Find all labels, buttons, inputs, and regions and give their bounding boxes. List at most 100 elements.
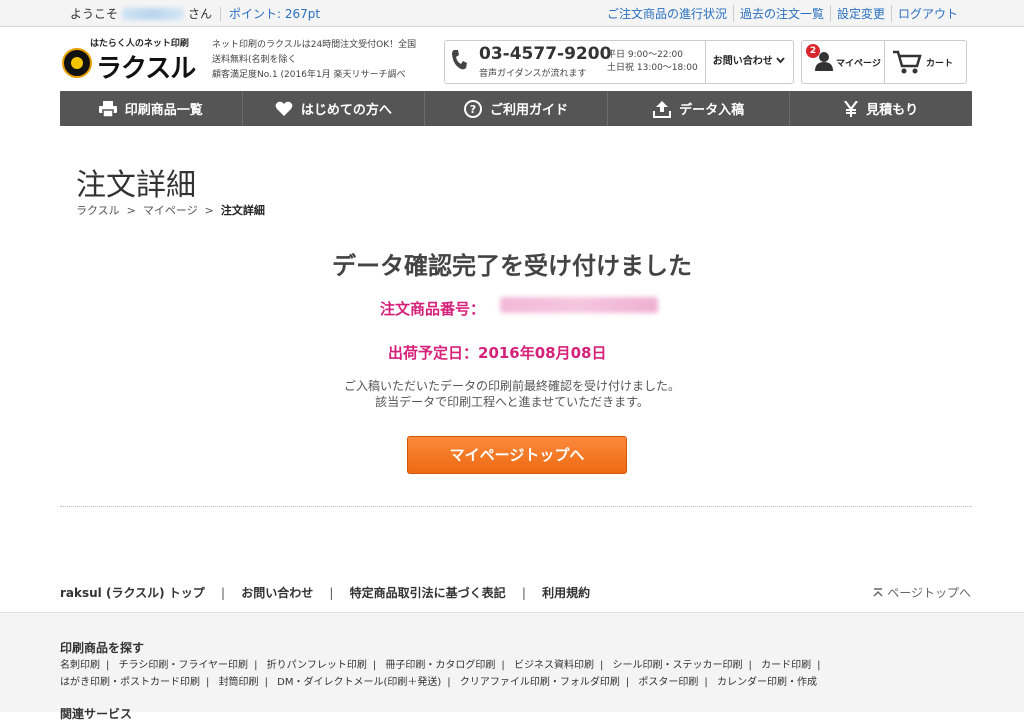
nav-beginners[interactable]: はじめての方へ [243, 91, 426, 126]
nav-upload[interactable]: データ入稿 [608, 91, 791, 126]
top-bar: ようこそ さん ポイント: 267pt ご注文商品の進行状況 過去の注文一覧 設… [0, 0, 1024, 27]
hours-weekday: 平日 9:00〜22:00 [607, 50, 684, 60]
upload-icon [653, 100, 672, 118]
divider: | [625, 677, 630, 688]
heart-icon [275, 101, 293, 117]
site-header: はたらく人のネット印刷 ラクスル ネット印刷のラクスルは24時間注文受付OK！全… [60, 36, 972, 86]
welcome-suffix: さん [188, 7, 213, 21]
product-link[interactable]: ビジネス資料印刷 [514, 660, 594, 671]
product-link[interactable]: ポスター印刷 [638, 677, 698, 688]
desc-line: 顧客満足度No.1 (2016年1月 楽天リサーチ調べ [212, 70, 406, 80]
nav-label: 見積もり [866, 103, 919, 118]
order-progress-link[interactable]: ご注文商品の進行状況 [601, 5, 733, 22]
product-link[interactable]: 名刺印刷 [60, 660, 100, 671]
contact-label: お問い合わせ [712, 56, 773, 67]
mypage-top-button[interactable]: マイページトップへ [407, 436, 627, 474]
svg-text:?: ? [470, 103, 476, 116]
main-nav: 印刷商品一覧 はじめての方へ ? ご利用ガイド データ入稿 見積もり [60, 91, 972, 126]
confirmation-message: ご入稿いただいたデータの印刷前最終確認を受け付けました。 該当データで印刷工程へ… [0, 378, 1024, 410]
settings-link[interactable]: 設定変更 [829, 5, 891, 22]
cart-button[interactable]: カート [884, 41, 966, 83]
product-link[interactable]: カレンダー印刷・作成 [717, 677, 817, 688]
breadcrumb: ラクスル > マイページ > 注文詳細 [76, 202, 265, 218]
person-icon [814, 51, 834, 75]
footer-home-link[interactable]: raksul (ラクスル) トップ [60, 586, 205, 600]
confirmation-headline: データ確認完了を受け付けました [332, 252, 692, 280]
divider: | [329, 586, 334, 600]
user-actions: 2 マイページ カート [801, 40, 967, 84]
nav-label: 印刷商品一覧 [124, 103, 203, 118]
page-top-link[interactable]: ページトップへ [873, 584, 971, 601]
nav-products[interactable]: 印刷商品一覧 [60, 91, 243, 126]
phone-icon [451, 49, 467, 76]
footer-legal-link[interactable]: 特定商品取引法に基づく表記 [350, 586, 506, 600]
welcome-area: ようこそ さん ポイント: 267pt [70, 5, 320, 22]
logout-link[interactable]: ログアウト [890, 5, 964, 22]
nav-label: はじめての方へ [300, 103, 392, 118]
order-number-redacted [500, 297, 658, 313]
footer-heading: 印刷商品を探す [60, 641, 145, 655]
product-links-row: はがき印刷・ポストカード印刷 | 封筒印刷 | DM・ダイレクトメール(印刷＋発送)… [60, 674, 940, 691]
question-icon: ? [463, 99, 482, 118]
breadcrumb-current: 注文詳細 [220, 204, 265, 217]
product-link[interactable]: 冊子印刷・カタログ印刷 [385, 660, 495, 671]
divider: | [599, 660, 604, 671]
product-link[interactable]: 封筒印刷 [219, 677, 259, 688]
mypage-button[interactable]: 2 マイページ [802, 41, 885, 83]
divider: | [748, 660, 752, 671]
divider: | [206, 677, 210, 688]
order-number-label: 注文商品番号： [380, 300, 486, 318]
ship-date: 出荷予定日：2016年08月08日 [388, 344, 607, 362]
phone-box: 03-4577-9200 音声ガイダンスが流れます 平日 9:00〜22:00 … [444, 40, 794, 84]
logo-text: ラクスル [96, 53, 196, 83]
nav-guide[interactable]: ? ご利用ガイド [425, 91, 608, 126]
divider: | [254, 660, 258, 671]
account-links: ご注文商品の進行状況 過去の注文一覧 設定変更 ログアウト [601, 5, 964, 22]
phone-number: 03-4577-9200 [479, 44, 612, 64]
page-title: 注文詳細 [76, 168, 196, 203]
breadcrumb-separator: > [123, 204, 140, 217]
cart-label: カート [926, 59, 954, 69]
product-link[interactable]: クリアファイル印刷・フォルダ印刷 [460, 677, 620, 688]
product-link[interactable]: シール印刷・ステッカー印刷 [613, 660, 743, 671]
product-link[interactable]: カード印刷 [761, 660, 811, 671]
chevron-down-icon [776, 56, 785, 67]
order-history-link[interactable]: 過去の注文一覧 [732, 5, 830, 22]
hours-weekend: 土日祝 13:00〜18:00 [607, 63, 698, 73]
divider: | [106, 660, 110, 671]
contact-dropdown[interactable]: お問い合わせ [705, 41, 792, 83]
phone-hours: 平日 9:00〜22:00 土日祝 13:00〜18:00 [607, 49, 698, 75]
site-logo[interactable]: はたらく人のネット印刷 ラクスル [60, 36, 200, 86]
breadcrumb-mypage[interactable]: マイページ [143, 204, 198, 217]
desc-line: ネット印刷のラクスルは24時間注文受付OK！全国 [212, 40, 417, 50]
points-link[interactable]: ポイント: 267pt [229, 5, 320, 22]
divider: | [704, 677, 708, 688]
welcome-text: ようこそ [70, 7, 119, 21]
product-link[interactable]: 折りパンフレット印刷 [267, 660, 367, 671]
divider: | [220, 586, 225, 600]
nav-estimate[interactable]: 見積もり [790, 91, 972, 126]
logo-mark-icon [62, 48, 92, 78]
footer-contact-link[interactable]: お問い合わせ [241, 586, 313, 600]
printer-icon [98, 100, 117, 117]
footer-links: raksul (ラクスル) トップ | お問い合わせ | 特定商品取引法に基づく… [60, 584, 590, 601]
product-link[interactable]: はがき印刷・ポストカード印刷 [60, 677, 200, 688]
product-links: 名刺印刷 | チラシ印刷・フライヤー印刷 | 折りパンフレット印刷 | 冊子印刷・カタ… [60, 657, 940, 691]
header-description: ネット印刷のラクスルは24時間注文受付OK！全国 送料無料(名刺を除く 顧客満足… [212, 38, 432, 83]
product-link[interactable]: チラシ印刷・フライヤー印刷 [119, 660, 249, 671]
footer-heading-related: 関連サービス [60, 707, 133, 721]
breadcrumb-home[interactable]: ラクスル [76, 204, 120, 217]
nav-label: データ入稿 [679, 103, 745, 118]
cart-icon [892, 49, 922, 79]
divider: | [501, 660, 505, 671]
divider: | [817, 660, 821, 671]
footer-terms-link[interactable]: 利用規約 [542, 586, 590, 600]
message-line: ご入稿いただいたデータの印刷前最終確認を受け付けました。 [343, 379, 680, 393]
product-link[interactable]: DM・ダイレクトメール(印刷＋発送) [277, 677, 441, 688]
divider: | [447, 677, 451, 688]
username-redacted [122, 7, 185, 20]
mypage-label: マイページ [836, 59, 881, 69]
divider: | [521, 586, 526, 600]
section-divider [60, 506, 972, 507]
desc-line: 送料無料(名刺を除く [212, 55, 297, 65]
